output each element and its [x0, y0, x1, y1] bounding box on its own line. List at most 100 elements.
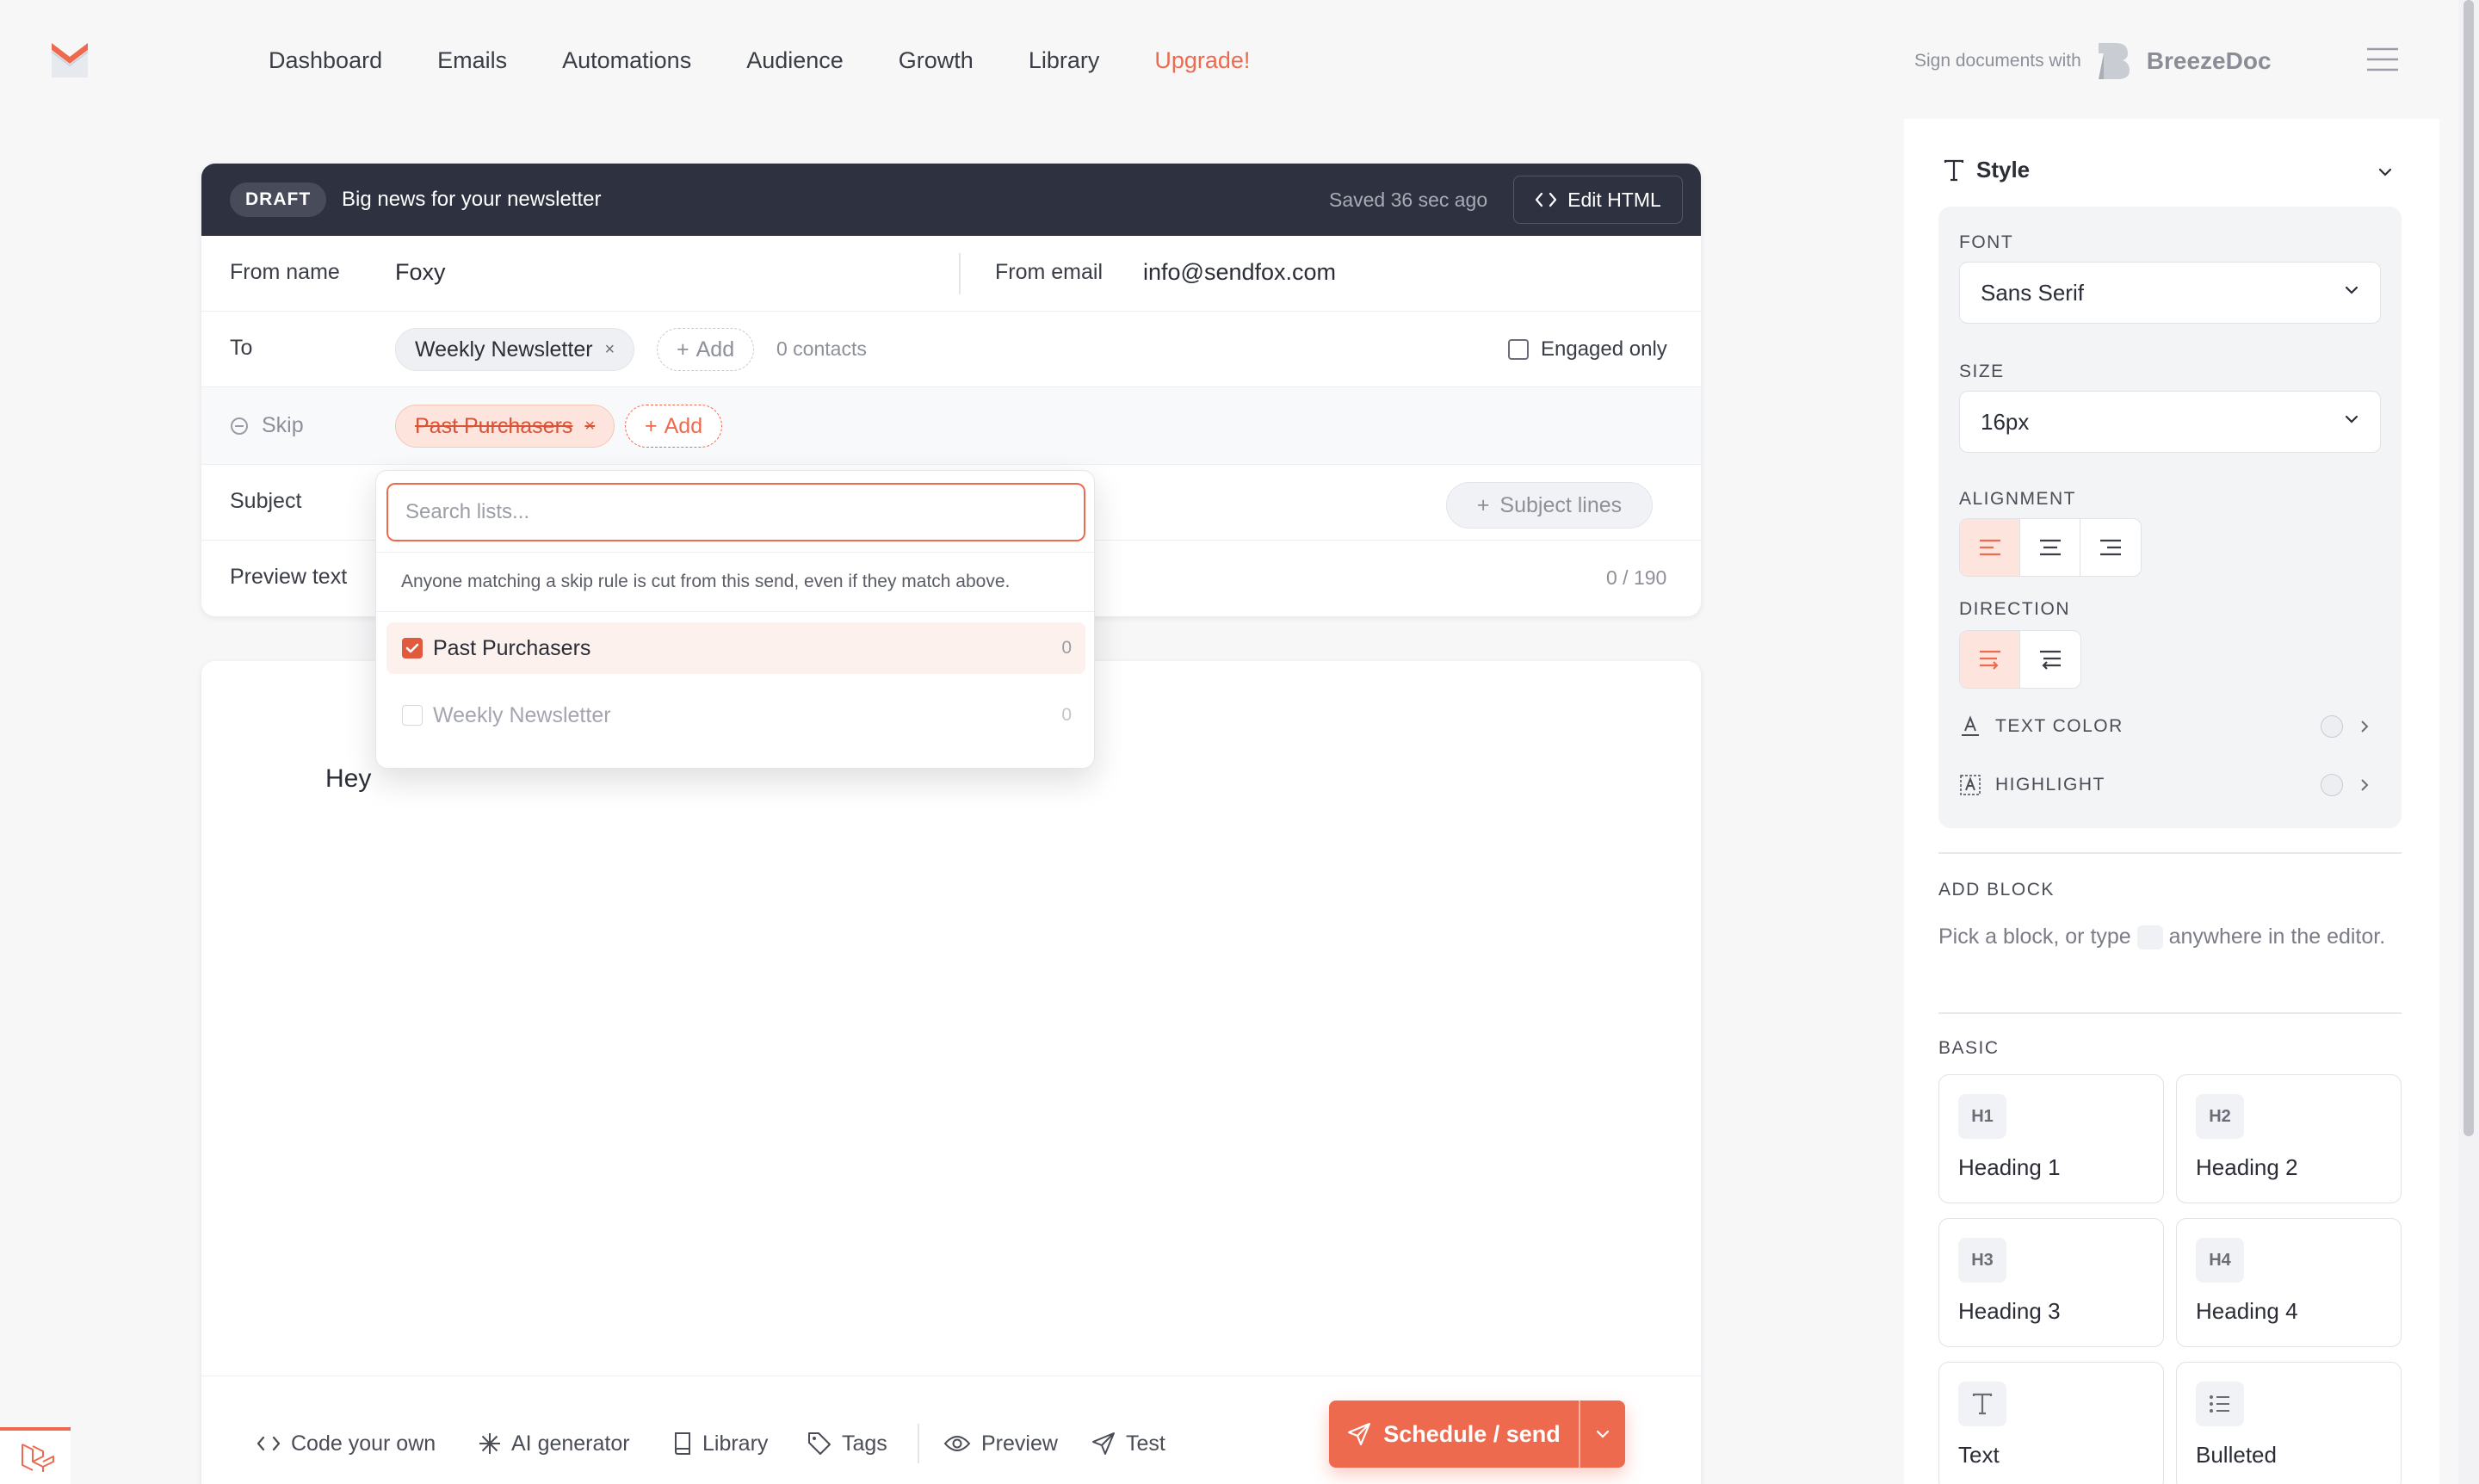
- library-button[interactable]: Library: [673, 1426, 768, 1461]
- skip-icon: [230, 417, 249, 436]
- add-block-help-2: anywhere in the editor.: [2168, 924, 2386, 949]
- nav-audience[interactable]: Audience: [746, 47, 844, 74]
- contacts-count: 0 contacts: [776, 337, 867, 360]
- to-list-chip[interactable]: Weekly Newsletter ×: [395, 328, 635, 371]
- editor-greeting[interactable]: Hey: [325, 764, 371, 794]
- remove-chip-icon[interactable]: ×: [605, 340, 615, 360]
- nav-library[interactable]: Library: [1029, 47, 1100, 74]
- code-your-own-button[interactable]: Code your own: [257, 1426, 436, 1461]
- chevron-down-icon: [2344, 285, 2359, 295]
- unchecked-checkbox[interactable]: [402, 705, 423, 726]
- from-divider: [959, 253, 961, 294]
- nav-dashboard[interactable]: Dashboard: [269, 47, 382, 74]
- h3-icon: H3: [1958, 1238, 2006, 1283]
- list-option-past-purchasers[interactable]: Past Purchasers 0: [386, 622, 1085, 674]
- subject-lines-button[interactable]: + Subject lines: [1446, 482, 1653, 529]
- font-select[interactable]: Sans Serif: [1959, 262, 2381, 324]
- align-right-icon[interactable]: [2080, 519, 2141, 576]
- list-option-weekly-newsletter[interactable]: Weekly Newsletter 0: [386, 689, 1085, 741]
- from-name-field[interactable]: Foxy: [395, 259, 446, 286]
- text-color-label: TEXT COLOR: [1995, 716, 2124, 736]
- rtl-direction-icon[interactable]: [2020, 631, 2080, 688]
- block-text[interactable]: Text: [1938, 1362, 2164, 1484]
- highlight-row[interactable]: HIGHLIGHT: [1959, 768, 2381, 802]
- plus-icon: +: [645, 413, 658, 438]
- remove-chip-icon[interactable]: ×: [584, 417, 595, 436]
- block-heading-3[interactable]: H3 Heading 3: [1938, 1218, 2164, 1347]
- code-your-own-label: Code your own: [291, 1431, 436, 1456]
- skip-add-button[interactable]: + Add: [625, 405, 723, 448]
- composer-header: DRAFT Big news for your newsletter Saved…: [201, 164, 1701, 236]
- checked-checkbox[interactable]: [402, 638, 423, 659]
- schedule-send-main[interactable]: Schedule / send: [1329, 1401, 1579, 1468]
- to-chip-label: Weekly Newsletter: [415, 337, 593, 362]
- style-settings: FONT Sans Serif SIZE 16px ALIGNMENT DIRE…: [1938, 207, 2402, 828]
- h1-icon: H1: [1958, 1094, 2006, 1139]
- nav-automations[interactable]: Automations: [562, 47, 691, 74]
- laravel-debug-icon[interactable]: [0, 1427, 71, 1484]
- align-center-icon[interactable]: [2020, 519, 2080, 576]
- ai-generator-label: AI generator: [511, 1431, 630, 1456]
- schedule-send-label: Schedule / send: [1383, 1420, 1561, 1447]
- send-options-chevron-down-icon[interactable]: [1580, 1401, 1625, 1468]
- text-icon: [1958, 1382, 2006, 1426]
- email-title[interactable]: Big news for your newsletter: [342, 182, 601, 217]
- text-color-icon: [1959, 715, 1981, 738]
- engaged-only-label[interactable]: Engaged only: [1541, 337, 1667, 362]
- scrollbar-thumb[interactable]: [2464, 0, 2474, 1136]
- nav-emails[interactable]: Emails: [437, 47, 507, 74]
- chevron-down-icon: [2344, 414, 2359, 424]
- block-heading-2[interactable]: H2 Heading 2: [2176, 1074, 2402, 1203]
- nav-upgrade[interactable]: Upgrade!: [1154, 47, 1250, 74]
- skip-list-chip[interactable]: Past Purchasers ×: [395, 405, 615, 448]
- skip-rule-note: Anyone matching a skip rule is cut from …: [376, 552, 1094, 612]
- ltr-direction-icon[interactable]: [1960, 631, 2020, 688]
- from-email-label: From email: [995, 260, 1103, 284]
- highlight-label: HIGHLIGHT: [1995, 775, 2105, 795]
- search-lists-input[interactable]: [386, 483, 1085, 541]
- eye-icon: [943, 1434, 971, 1453]
- email-editor[interactable]: Hey Code your own AI generator Library T…: [201, 661, 1701, 1484]
- font-label: FONT: [1959, 232, 2014, 252]
- code-icon: [1535, 191, 1557, 208]
- sendfox-logo[interactable]: [50, 40, 90, 79]
- test-label: Test: [1126, 1431, 1165, 1456]
- style-header[interactable]: Style: [1944, 157, 2030, 183]
- block-name: Heading 1: [1958, 1154, 2061, 1180]
- edit-html-button[interactable]: Edit HTML: [1513, 176, 1683, 224]
- engaged-only-checkbox[interactable]: [1508, 339, 1529, 360]
- test-button[interactable]: Test: [1091, 1426, 1165, 1461]
- plus-icon: +: [677, 337, 689, 362]
- menu-icon[interactable]: [2367, 46, 2398, 72]
- block-heading-4[interactable]: H4 Heading 4: [2176, 1218, 2402, 1347]
- edit-html-label: Edit HTML: [1567, 188, 1661, 211]
- option-name: Past Purchasers: [433, 635, 591, 660]
- text-color-row[interactable]: TEXT COLOR: [1959, 709, 2381, 744]
- chevron-right-icon: [2360, 778, 2369, 792]
- align-left-icon[interactable]: [1960, 519, 2020, 576]
- h2-icon: H2: [2196, 1094, 2244, 1139]
- main-nav: Dashboard Emails Automations Audience Gr…: [269, 40, 1250, 81]
- style-panel: Style FONT Sans Serif SIZE 16px ALIGNMEN…: [1904, 119, 2439, 1484]
- tags-label: Tags: [842, 1431, 887, 1456]
- option-name: Weekly Newsletter: [433, 702, 611, 727]
- schedule-send-button: Schedule / send: [1329, 1401, 1625, 1468]
- to-add-button[interactable]: + Add: [657, 328, 755, 371]
- send-icon: [1347, 1422, 1371, 1446]
- panel-divider: [1938, 852, 2402, 854]
- block-bulleted[interactable]: Bulleted: [2176, 1362, 2402, 1484]
- option-count: 0: [1061, 705, 1072, 725]
- breezedoc-promo[interactable]: Sign documents with BreezeDoc: [1914, 43, 2272, 79]
- nav-growth[interactable]: Growth: [899, 47, 974, 74]
- from-email-field[interactable]: info@sendfox.com: [1143, 259, 1336, 286]
- tags-button[interactable]: Tags: [807, 1426, 887, 1461]
- preview-button[interactable]: Preview: [943, 1426, 1058, 1461]
- ai-generator-button[interactable]: AI generator: [479, 1426, 630, 1461]
- block-heading-1[interactable]: H1 Heading 1: [1938, 1074, 2164, 1203]
- from-name-label: From name: [230, 260, 340, 284]
- collapse-chevron-down-icon[interactable]: [2377, 167, 2393, 177]
- h4-icon: H4: [2196, 1238, 2244, 1283]
- basic-label: BASIC: [1938, 1038, 2000, 1058]
- preview-text-label: Preview text: [230, 565, 348, 589]
- size-select[interactable]: 16px: [1959, 391, 2381, 453]
